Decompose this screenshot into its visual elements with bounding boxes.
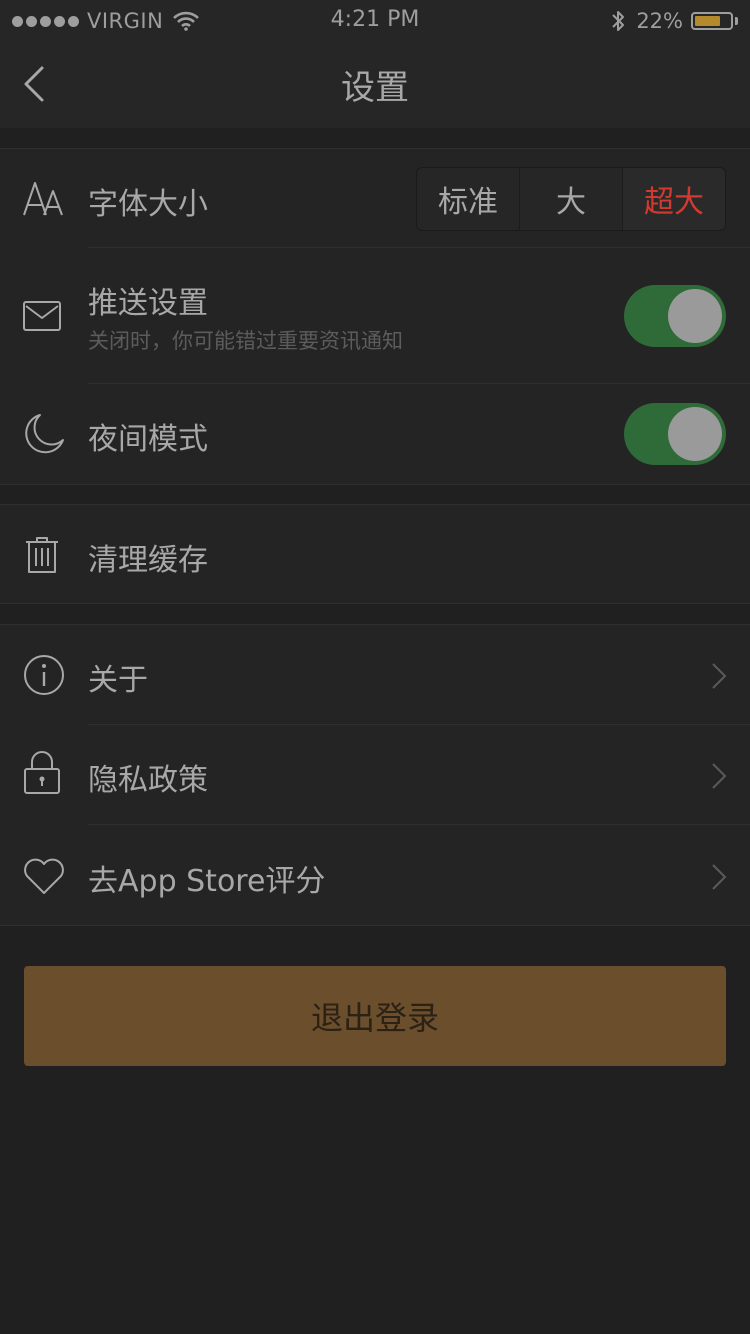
status-right: 22% bbox=[610, 8, 738, 34]
logout-button[interactable]: 退出登录 bbox=[24, 966, 726, 1066]
clear-cache-row[interactable]: 清理缓存 bbox=[0, 505, 750, 603]
font-size-row: 字体大小 标准 大 超大 bbox=[0, 149, 750, 248]
bluetooth-icon bbox=[612, 11, 625, 31]
page-title: 设置 bbox=[341, 68, 409, 108]
envelope-icon bbox=[23, 301, 61, 331]
battery-level-fill bbox=[695, 16, 720, 26]
toggle-knob bbox=[668, 407, 722, 461]
night-mode-row: 夜间模式 bbox=[0, 384, 750, 484]
toggle-knob bbox=[668, 289, 722, 343]
clear-cache-label: 清理缓存 bbox=[88, 543, 208, 578]
rate-app-row[interactable]: 去App Store评分 bbox=[0, 825, 750, 925]
info-section: 关于 隐私政策 去App Store评分 bbox=[0, 624, 750, 926]
battery-tip bbox=[735, 17, 738, 25]
heart-icon bbox=[24, 858, 64, 894]
privacy-policy-label: 隐私政策 bbox=[88, 763, 208, 798]
display-settings-section: 字体大小 标准 大 超大 推送设置 关闭时，你可能错过重要资讯通知 夜间模式 bbox=[0, 148, 750, 485]
battery-icon bbox=[691, 12, 733, 30]
privacy-policy-row[interactable]: 隐私政策 bbox=[0, 725, 750, 825]
rate-app-label: 去App Store评分 bbox=[88, 864, 326, 899]
lock-icon bbox=[24, 751, 60, 794]
font-size-label: 字体大小 bbox=[88, 187, 208, 222]
chevron-right-icon bbox=[712, 663, 727, 689]
push-settings-hint: 关闭时，你可能错过重要资讯通知 bbox=[88, 329, 403, 353]
font-size-option-large[interactable]: 大 bbox=[520, 168, 623, 230]
push-settings-label: 推送设置 bbox=[88, 286, 208, 321]
push-toggle[interactable] bbox=[624, 285, 726, 347]
night-mode-label: 夜间模式 bbox=[88, 422, 208, 457]
font-size-segmented-control[interactable]: 标准 大 超大 bbox=[416, 167, 726, 231]
font-size-option-standard[interactable]: 标准 bbox=[417, 168, 520, 230]
about-row[interactable]: 关于 bbox=[0, 625, 750, 725]
chevron-right-icon bbox=[712, 864, 727, 890]
night-mode-toggle[interactable] bbox=[624, 403, 726, 465]
status-bar: VIRGIN 4:21 PM 22% bbox=[0, 0, 750, 40]
moon-icon bbox=[25, 414, 64, 454]
battery-percent: 22% bbox=[636, 9, 683, 33]
navigation-bar: 设置 bbox=[0, 40, 750, 128]
info-icon bbox=[24, 655, 64, 695]
font-size-option-extra-large[interactable]: 超大 bbox=[623, 168, 725, 230]
font-size-icon bbox=[23, 182, 63, 216]
about-label: 关于 bbox=[88, 663, 148, 698]
push-settings-row: 推送设置 关闭时，你可能错过重要资讯通知 bbox=[0, 248, 750, 384]
chevron-right-icon bbox=[712, 763, 727, 789]
trash-icon bbox=[26, 537, 58, 573]
cache-section: 清理缓存 bbox=[0, 504, 750, 604]
